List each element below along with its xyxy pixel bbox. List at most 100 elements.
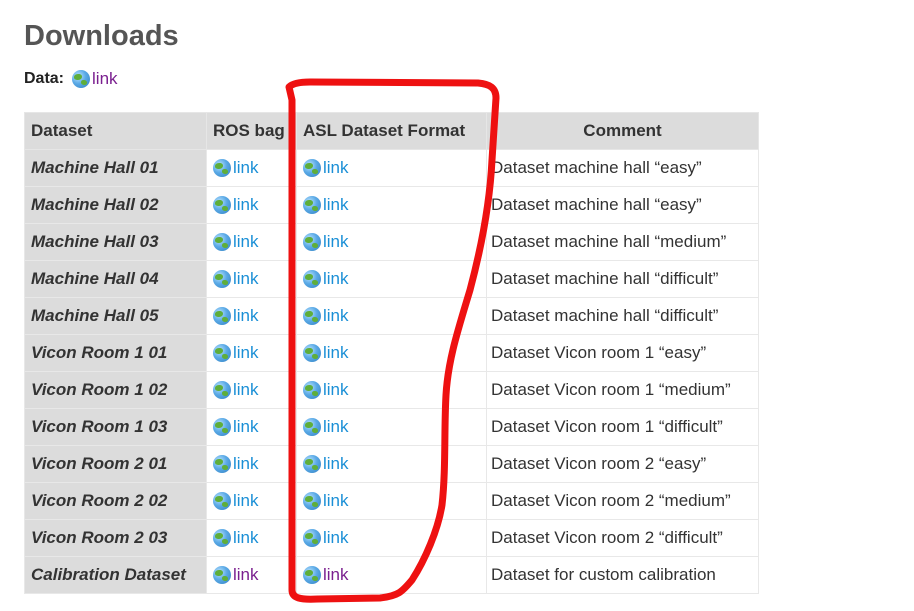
dataset-comment: Dataset Vicon room 2 “medium” xyxy=(486,482,759,520)
globe-icon xyxy=(213,566,231,584)
globe-icon xyxy=(213,270,231,288)
table-row: Calibration Dataset link link Dataset for c… xyxy=(24,556,759,594)
table-row: Machine Hall 05 link link Dataset machine h… xyxy=(24,297,759,335)
asl-format-cell: link xyxy=(296,519,487,557)
ros-bag-cell: link xyxy=(206,260,297,298)
asl-format-link[interactable]: link xyxy=(323,306,349,326)
page-title: Downloads xyxy=(24,20,179,52)
globe-icon xyxy=(303,196,321,214)
globe-icon xyxy=(303,307,321,325)
asl-format-cell: link xyxy=(296,482,487,520)
globe-icon xyxy=(303,381,321,399)
ros-bag-link[interactable]: link xyxy=(233,380,259,400)
asl-format-link[interactable]: link xyxy=(323,158,349,178)
globe-icon xyxy=(303,344,321,362)
table-row: Machine Hall 01 link link Dataset machine h… xyxy=(24,149,759,187)
ros-bag-cell: link xyxy=(206,223,297,261)
globe-icon xyxy=(213,344,231,362)
asl-format-cell: link xyxy=(296,371,487,409)
dataset-comment: Dataset Vicon room 1 “difficult” xyxy=(486,408,759,446)
dataset-name: Machine Hall 04 xyxy=(24,260,207,298)
ros-bag-link[interactable]: link xyxy=(233,491,259,511)
globe-icon xyxy=(213,418,231,436)
downloads-table: Dataset ROS bag ASL Dataset Format Comme… xyxy=(24,112,759,594)
ros-bag-cell: link xyxy=(206,149,297,187)
header-ros-bag: ROS bag xyxy=(206,112,297,150)
globe-icon xyxy=(213,381,231,399)
dataset-comment: Dataset Vicon room 1 “easy” xyxy=(486,334,759,372)
dataset-comment: Dataset for custom calibration xyxy=(486,556,759,594)
dataset-comment: Dataset machine hall “easy” xyxy=(486,149,759,187)
globe-icon xyxy=(303,418,321,436)
dataset-comment: Dataset Vicon room 2 “easy” xyxy=(486,445,759,483)
table-header-row: Dataset ROS bag ASL Dataset Format Comme… xyxy=(24,112,759,150)
asl-format-link[interactable]: link xyxy=(323,232,349,252)
ros-bag-cell: link xyxy=(206,297,297,335)
dataset-comment: Dataset machine hall “difficult” xyxy=(486,260,759,298)
dataset-name: Vicon Room 2 03 xyxy=(24,519,207,557)
table-row: Vicon Room 1 01 link link Dataset Vicon roo… xyxy=(24,334,759,372)
data-download-line: Data: link xyxy=(24,68,118,90)
ros-bag-link[interactable]: link xyxy=(233,343,259,363)
asl-format-cell: link xyxy=(296,445,487,483)
ros-bag-link[interactable]: link xyxy=(233,417,259,437)
ros-bag-cell: link xyxy=(206,334,297,372)
asl-format-link[interactable]: link xyxy=(323,491,349,511)
table-row: Machine Hall 03 link link Dataset machine h… xyxy=(24,223,759,261)
table-row: Vicon Room 1 02 link link Dataset Vicon roo… xyxy=(24,371,759,409)
asl-format-link[interactable]: link xyxy=(323,565,349,585)
asl-format-link[interactable]: link xyxy=(323,269,349,289)
globe-icon xyxy=(213,455,231,473)
asl-format-cell: link xyxy=(296,334,487,372)
dataset-name: Machine Hall 05 xyxy=(24,297,207,335)
table-row: Machine Hall 02 link link Dataset machine h… xyxy=(24,186,759,224)
dataset-comment: Dataset Vicon room 2 “difficult” xyxy=(486,519,759,557)
asl-format-link[interactable]: link xyxy=(323,380,349,400)
asl-format-cell: link xyxy=(296,149,487,187)
asl-format-cell: link xyxy=(296,186,487,224)
ros-bag-link[interactable]: link xyxy=(233,195,259,215)
ros-bag-link[interactable]: link xyxy=(233,528,259,548)
data-link[interactable]: link xyxy=(92,68,118,90)
ros-bag-link[interactable]: link xyxy=(233,565,259,585)
asl-format-link[interactable]: link xyxy=(323,195,349,215)
ros-bag-link[interactable]: link xyxy=(233,454,259,474)
table-row: Vicon Room 2 01 link link Dataset Vicon roo… xyxy=(24,445,759,483)
ros-bag-link[interactable]: link xyxy=(233,232,259,252)
dataset-name: Vicon Room 1 01 xyxy=(24,334,207,372)
asl-format-cell: link xyxy=(296,556,487,594)
ros-bag-cell: link xyxy=(206,445,297,483)
header-dataset: Dataset xyxy=(24,112,207,150)
globe-icon xyxy=(213,529,231,547)
ros-bag-cell: link xyxy=(206,371,297,409)
asl-format-link[interactable]: link xyxy=(323,528,349,548)
ros-bag-link[interactable]: link xyxy=(233,158,259,178)
ros-bag-cell: link xyxy=(206,482,297,520)
dataset-comment: Dataset machine hall “easy” xyxy=(486,186,759,224)
dataset-name: Vicon Room 1 02 xyxy=(24,371,207,409)
ros-bag-link[interactable]: link xyxy=(233,306,259,326)
globe-icon xyxy=(303,159,321,177)
ros-bag-cell: link xyxy=(206,519,297,557)
dataset-name: Machine Hall 01 xyxy=(24,149,207,187)
dataset-name: Machine Hall 03 xyxy=(24,223,207,261)
ros-bag-link[interactable]: link xyxy=(233,269,259,289)
asl-format-link[interactable]: link xyxy=(323,454,349,474)
dataset-comment: Dataset Vicon room 1 “medium” xyxy=(486,371,759,409)
globe-icon xyxy=(213,492,231,510)
globe-icon xyxy=(303,270,321,288)
header-asl-format: ASL Dataset Format xyxy=(296,112,487,150)
globe-icon xyxy=(303,233,321,251)
globe-icon xyxy=(213,196,231,214)
ros-bag-cell: link xyxy=(206,186,297,224)
header-comment: Comment xyxy=(486,112,759,150)
globe-icon xyxy=(303,492,321,510)
asl-format-link[interactable]: link xyxy=(323,343,349,363)
table-row: Vicon Room 2 03 link link Dataset Vicon roo… xyxy=(24,519,759,557)
globe-icon xyxy=(72,70,91,88)
ros-bag-cell: link xyxy=(206,556,297,594)
globe-icon xyxy=(303,566,321,584)
asl-format-link[interactable]: link xyxy=(323,417,349,437)
table-row: Machine Hall 04 link link Dataset machine h… xyxy=(24,260,759,298)
asl-format-cell: link xyxy=(296,408,487,446)
